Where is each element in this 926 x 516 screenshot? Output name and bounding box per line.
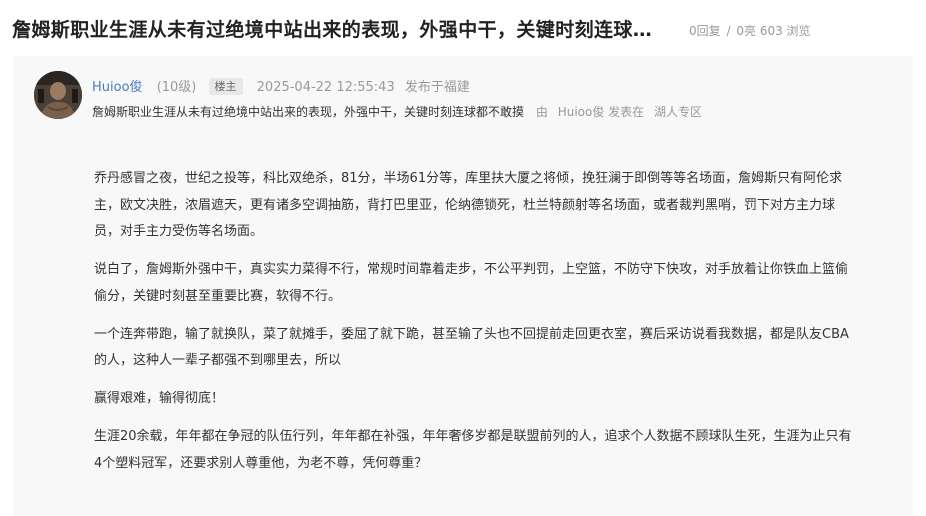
- stats-separator: /: [726, 24, 731, 38]
- thread-stats: 0回复 / 0亮 603 浏览: [689, 22, 811, 39]
- summary-text: 詹姆斯职业生涯从未有过绝境中站出来的表现，外强中干，关键时刻连球都不敢摸: [92, 105, 525, 119]
- summary-author-link[interactable]: Huioo俊: [558, 105, 605, 119]
- thread-title[interactable]: 詹姆斯职业生涯从未有过绝境中站出来的表现，外强中干，关键时刻连球…: [12, 15, 652, 42]
- summary-by: 由: [535, 105, 548, 119]
- summary-posted-in: 发表在: [608, 105, 645, 119]
- thread-page: 詹姆斯职业生涯从未有过绝境中站出来的表现，外强中干，关键时刻连球… 0回复 / …: [0, 0, 926, 516]
- user-level: (10级): [156, 80, 197, 95]
- post-paragraph: 说白了，詹姆斯外强中干，真实实力菜得不行，常规时间靠着走步，不公平判罚，上空篮，…: [94, 262, 849, 304]
- op-badge: 楼主: [208, 78, 243, 95]
- avatar-image: [34, 71, 82, 119]
- post-body: 乔丹感冒之夜，世纪之投等，科比双绝杀，81分，半场61分等，库里扶大厦之将倾，挽…: [94, 166, 854, 489]
- like-count: 0亮: [736, 24, 756, 38]
- post-location: 发布于福建: [404, 80, 470, 95]
- post-meta: Huioo俊 (10级) 楼主 2025-04-22 12:55:43 发布于福…: [92, 76, 470, 95]
- thread-header: 詹姆斯职业生涯从未有过绝境中站出来的表现，外强中干，关键时刻连球… 0回复 / …: [0, 0, 926, 56]
- post-paragraph: 生涯20余载，年年都在争冠的队伍行列，年年都在补强，年年奢侈岁都是联盟前列的人，…: [94, 429, 852, 471]
- post-summary: 詹姆斯职业生涯从未有过绝境中站出来的表现，外强中干，关键时刻连球都不敢摸 由 H…: [92, 103, 702, 120]
- post-paragraph: 一个连奔带跑，输了就换队，菜了就摊手，委屈了就下跪，甚至输了头也不回提前走回更衣…: [94, 326, 849, 369]
- username-link[interactable]: Huioo俊: [92, 80, 143, 95]
- post-time: 2025-04-22 12:55:43: [256, 80, 395, 95]
- post-paragraph: 乔丹感冒之夜，世纪之投等，科比双绝杀，81分，半场61分等，库里扶大厦之将倾，挽…: [94, 171, 843, 239]
- view-count: 603 浏览: [759, 24, 811, 38]
- reply-count: 0回复: [689, 24, 721, 38]
- user-avatar[interactable]: [34, 71, 82, 119]
- summary-forum-link[interactable]: 湖人专区: [654, 105, 702, 119]
- post-paragraph: 赢得艰难，输得彻底！: [94, 391, 225, 406]
